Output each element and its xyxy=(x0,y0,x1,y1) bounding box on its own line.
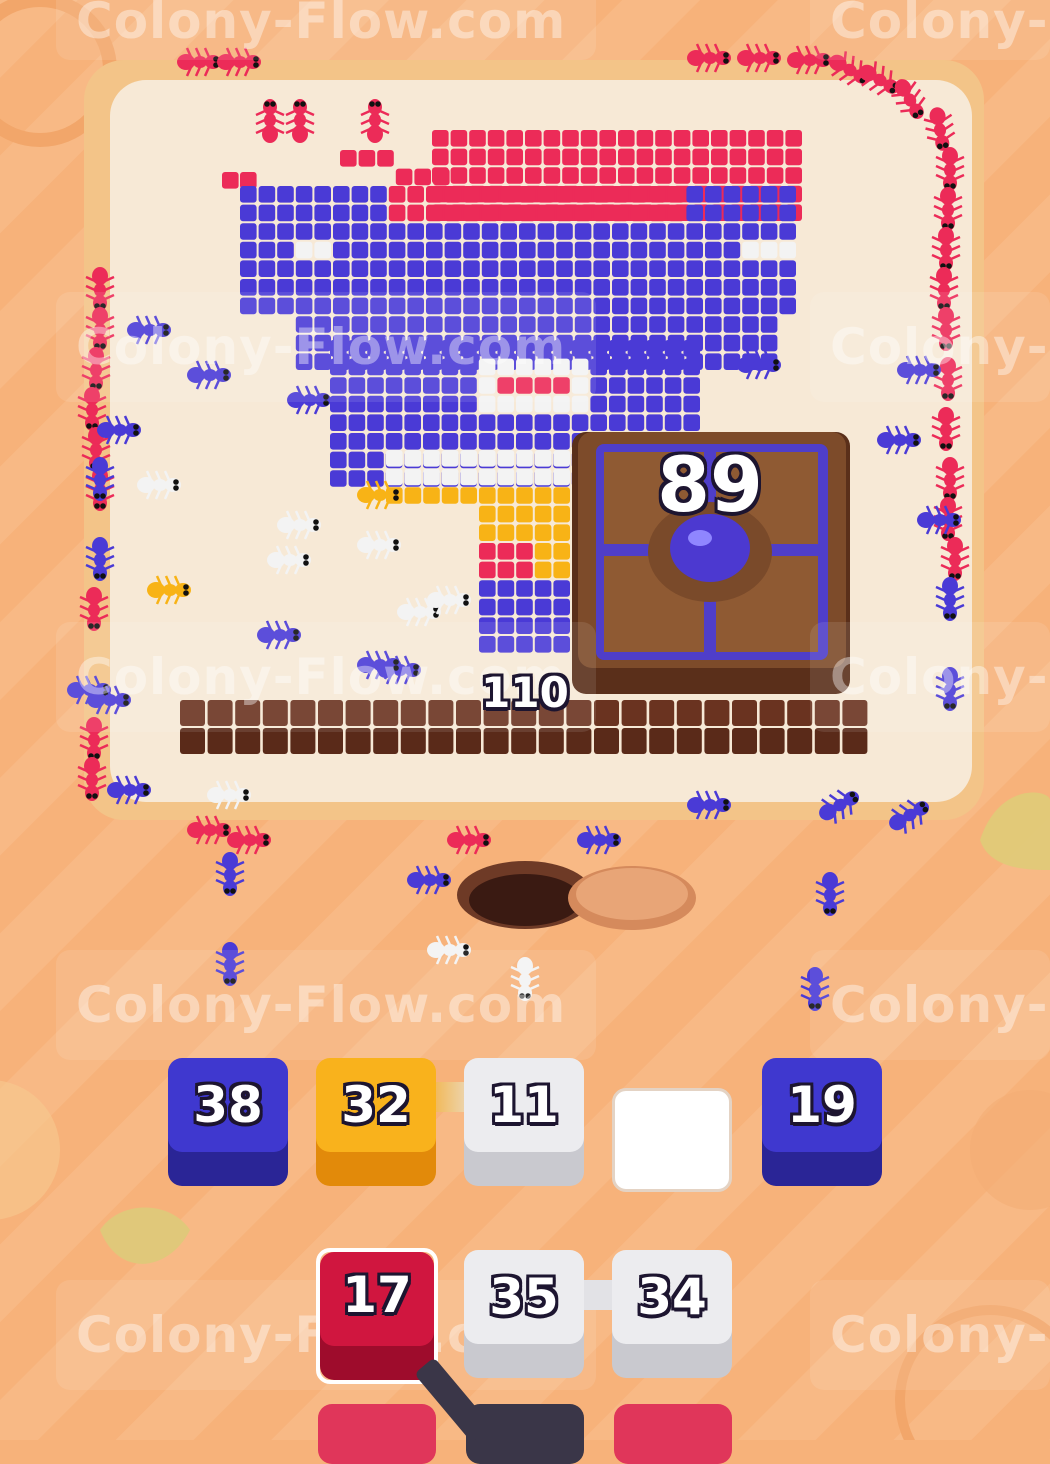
tile-count: 17 xyxy=(342,1266,412,1324)
ant-tile-dark-partial[interactable] xyxy=(466,1404,584,1464)
tile-count: 38 xyxy=(193,1076,263,1134)
ant-tile-white[interactable]: 34 xyxy=(612,1250,732,1378)
chest-count: 89 xyxy=(657,440,763,529)
tile-count: 11 xyxy=(489,1076,559,1134)
ant-tile-red-partial[interactable] xyxy=(614,1404,732,1464)
ant-tile-white[interactable]: 35 xyxy=(464,1250,584,1378)
game-background xyxy=(0,0,1050,1440)
wall-count: 110 xyxy=(481,668,569,717)
ant-tile-blue[interactable]: 19 xyxy=(762,1058,882,1186)
ant-tile-blue[interactable]: 38 xyxy=(168,1058,288,1186)
tile-count: 32 xyxy=(341,1076,411,1134)
tile-count: 19 xyxy=(787,1076,857,1134)
ant-tile-red-partial[interactable] xyxy=(318,1404,436,1464)
ant-tile-white[interactable]: 11 xyxy=(464,1058,584,1186)
ant-tile-yellow[interactable]: 32 xyxy=(316,1058,436,1186)
tile-count: 35 xyxy=(489,1268,559,1326)
tile-count: 34 xyxy=(637,1268,707,1326)
ant-tile-red[interactable]: 17 xyxy=(316,1248,438,1384)
empty-slot[interactable] xyxy=(612,1088,732,1192)
